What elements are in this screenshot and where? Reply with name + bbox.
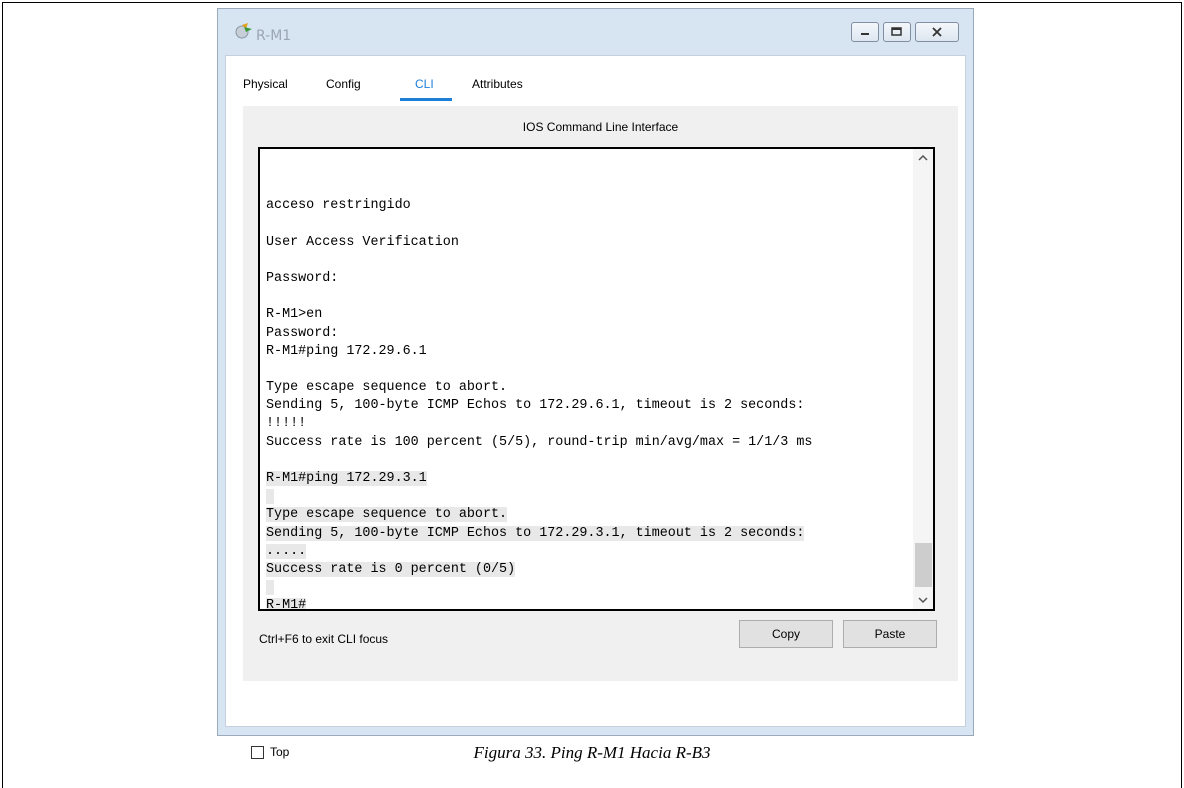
- title-bar[interactable]: R-M1: [218, 9, 973, 49]
- tab-bar: Physical Config CLI Attributes: [226, 56, 965, 101]
- minimize-icon: [861, 33, 869, 35]
- terminal-line: !!!!!: [266, 416, 307, 432]
- terminal-line: [266, 488, 914, 506]
- terminal-line: R-M1>en: [266, 307, 323, 323]
- terminal-line: Success rate is 0 percent (0/5): [266, 561, 516, 577]
- window-controls: [851, 22, 959, 42]
- window-client-area: Physical Config CLI Attributes IOS Comma…: [225, 55, 966, 759]
- scroll-down-button[interactable]: [913, 591, 933, 609]
- router-app-icon: [234, 23, 256, 39]
- paste-button[interactable]: Paste: [843, 620, 937, 648]
- terminal-line: Password:: [266, 325, 339, 341]
- close-button[interactable]: [915, 22, 959, 42]
- maximize-button[interactable]: [883, 22, 911, 42]
- copy-button[interactable]: Copy: [739, 620, 833, 648]
- terminal-line: User Access Verification: [266, 234, 459, 250]
- window-title: R-M1: [256, 28, 292, 44]
- tab-physical[interactable]: Physical: [243, 77, 288, 91]
- cli-panel: IOS Command Line Interface acceso restri…: [243, 106, 958, 681]
- terminal-line: Type escape sequence to abort.: [266, 507, 508, 523]
- terminal-line: Password:: [266, 270, 339, 286]
- maximize-icon: [891, 27, 902, 36]
- figure-caption: Figura 33. Ping R-M1 Hacia R-B3: [473, 743, 711, 762]
- terminal-line: acceso restringido: [266, 198, 411, 214]
- scroll-thumb[interactable]: [915, 543, 932, 587]
- terminal-line: R-M1#ping 172.29.3.1: [266, 471, 427, 486]
- terminal-line: Success rate is 100 percent (5/5), round…: [266, 434, 813, 450]
- terminal-line: R-M1#ping 172.29.6.1: [266, 343, 427, 359]
- device-window: R-M1 Physical Config CLI Attributes IOS …: [217, 8, 974, 759]
- minimize-button[interactable]: [851, 22, 879, 42]
- chevron-down-icon: [918, 597, 928, 603]
- cli-heading: IOS Command Line Interface: [522, 120, 679, 134]
- terminal-line: Sending 5, 100-byte ICMP Echos to 172.29…: [266, 525, 805, 541]
- active-tab-indicator: [400, 98, 452, 101]
- scroll-up-button[interactable]: [913, 149, 933, 167]
- cli-terminal[interactable]: acceso restringido User Access Verificati…: [258, 147, 935, 611]
- close-icon: [932, 27, 942, 37]
- tab-cli[interactable]: CLI: [415, 77, 434, 91]
- terminal-line: Type escape sequence to abort.: [266, 380, 508, 396]
- terminal-output: acceso restringido User Access Verificati…: [266, 179, 914, 609]
- terminal-line: .....: [266, 543, 307, 559]
- terminal-line: R-M1#: [266, 597, 914, 609]
- tab-config[interactable]: Config: [326, 77, 361, 91]
- terminal-line: [266, 579, 914, 597]
- terminal-line: Sending 5, 100-byte ICMP Echos to 172.29…: [266, 398, 805, 414]
- terminal-scrollbar[interactable]: [913, 149, 933, 609]
- tab-attributes[interactable]: Attributes: [472, 77, 523, 91]
- chevron-up-icon: [918, 155, 928, 161]
- cli-focus-hint: Ctrl+F6 to exit CLI focus: [259, 632, 389, 646]
